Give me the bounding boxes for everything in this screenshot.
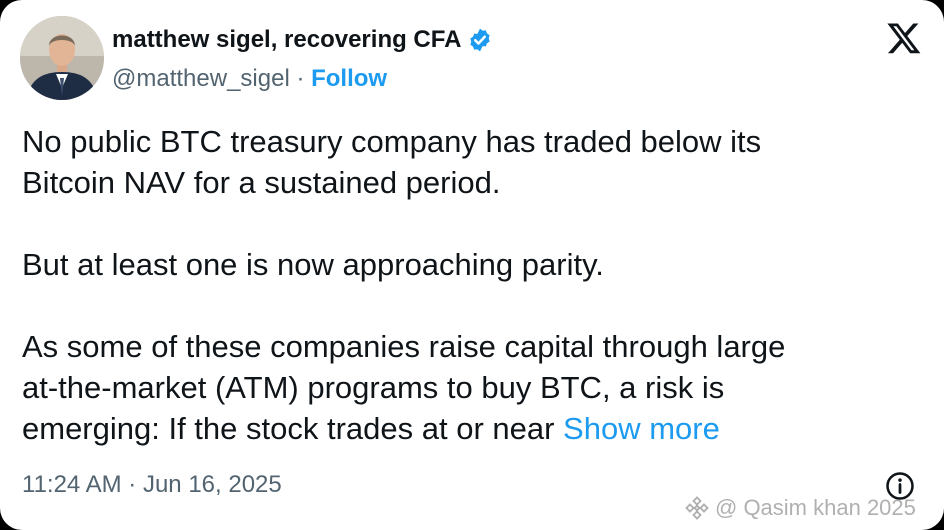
handle-separator: · (289, 65, 312, 92)
watermark-text: @ Qasim khan 2025 (715, 495, 916, 520)
tweet-card: matthew sigel, recovering CFA @matthew_s… (0, 0, 944, 530)
author-handle[interactable]: @matthew_sigel (112, 65, 290, 92)
tweet-timestamp[interactable]: 11:24 AM · Jun 16, 2025 (22, 471, 282, 499)
tweet-text-line: at-the-market (ATM) programs to buy BTC,… (22, 370, 725, 405)
binance-logo-icon (685, 496, 709, 520)
x-logo-icon[interactable] (886, 20, 922, 56)
tweet-text-fragment: emerging: If the stock trades at or near (22, 411, 564, 446)
watermark: @ Qasim khan 2025 (683, 494, 916, 522)
tweet-text-line: No public BTC treasury company has trade… (22, 124, 762, 159)
tweet-text: No public BTC treasury company has trade… (22, 121, 912, 449)
tweet-header: matthew sigel, recovering CFA @matthew_s… (20, 16, 924, 106)
tweet-text-line-last: emerging: If the stock trades at or near… (22, 408, 912, 449)
author-display-name[interactable]: matthew sigel, recovering CFA (112, 26, 461, 54)
show-more-link[interactable]: Show more (563, 411, 720, 446)
author-handle-line: @matthew_sigel · Follow (112, 65, 387, 93)
tweet-text-line: But at least one is now approaching pari… (22, 247, 604, 282)
author-name-line: matthew sigel, recovering CFA (112, 26, 493, 54)
avatar[interactable] (20, 16, 104, 100)
follow-button[interactable]: Follow (311, 65, 387, 92)
verified-badge-icon (470, 28, 491, 52)
avatar-image (20, 16, 104, 100)
tweet-text-line: As some of these companies raise capital… (22, 329, 786, 364)
tweet-text-line: Bitcoin NAV for a sustained period. (22, 165, 501, 200)
